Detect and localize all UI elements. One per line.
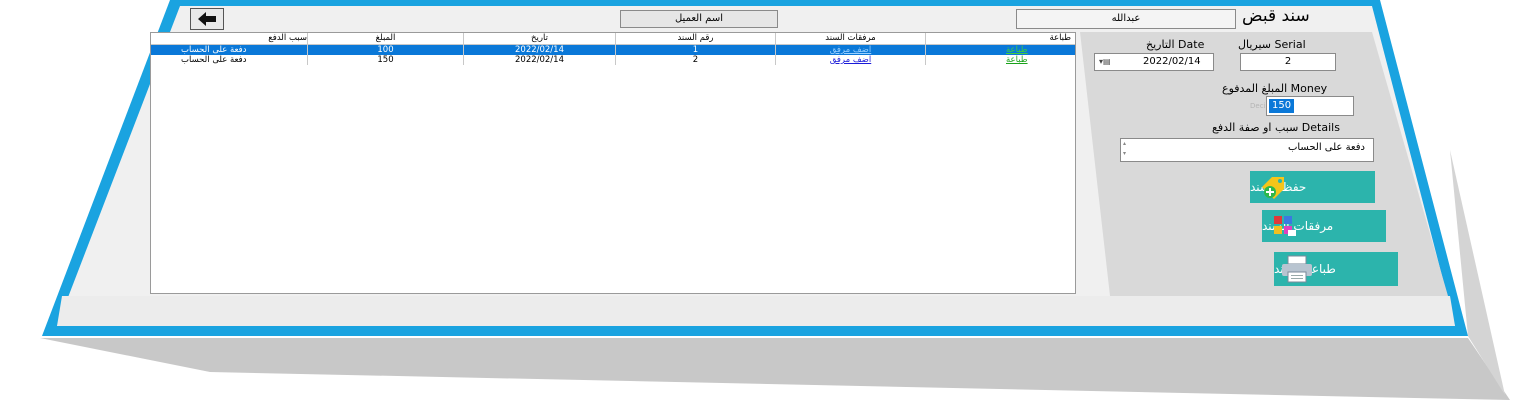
- money-label: المبلغ المدفوع Money: [1222, 82, 1328, 95]
- money-hint: Deci: [1250, 102, 1266, 110]
- attachments-icon: [1274, 216, 1296, 236]
- money-value: 150: [1269, 99, 1295, 113]
- attachments-button[interactable]: مرفقات السند: [1262, 210, 1386, 242]
- date-field[interactable]: ▾▤ 2022/02/14: [1094, 53, 1214, 71]
- details-value: دفعة على الحساب: [1287, 142, 1365, 153]
- scroll-arrows-icon[interactable]: ▴ ▾: [1123, 139, 1126, 159]
- date-label: التاريخ Date: [1146, 38, 1205, 51]
- print-receipt-button[interactable]: طباعة السند: [1274, 252, 1398, 286]
- date-value: 2022/02/14: [1143, 56, 1201, 67]
- tag-add-icon: [1262, 177, 1284, 199]
- serial-label: سيريال Serial: [1238, 38, 1306, 51]
- serial-field[interactable]: 2: [1240, 53, 1336, 71]
- money-field[interactable]: 150: [1266, 96, 1354, 116]
- calendar-dropdown-icon[interactable]: ▾▤: [1099, 54, 1111, 70]
- printer-icon: [1282, 255, 1312, 283]
- details-field[interactable]: دفعة على الحساب ▴ ▾: [1120, 138, 1374, 162]
- save-receipt-button[interactable]: حفظ السند: [1250, 171, 1375, 203]
- details-label: سبب او صفة الدفع Details: [1212, 121, 1340, 134]
